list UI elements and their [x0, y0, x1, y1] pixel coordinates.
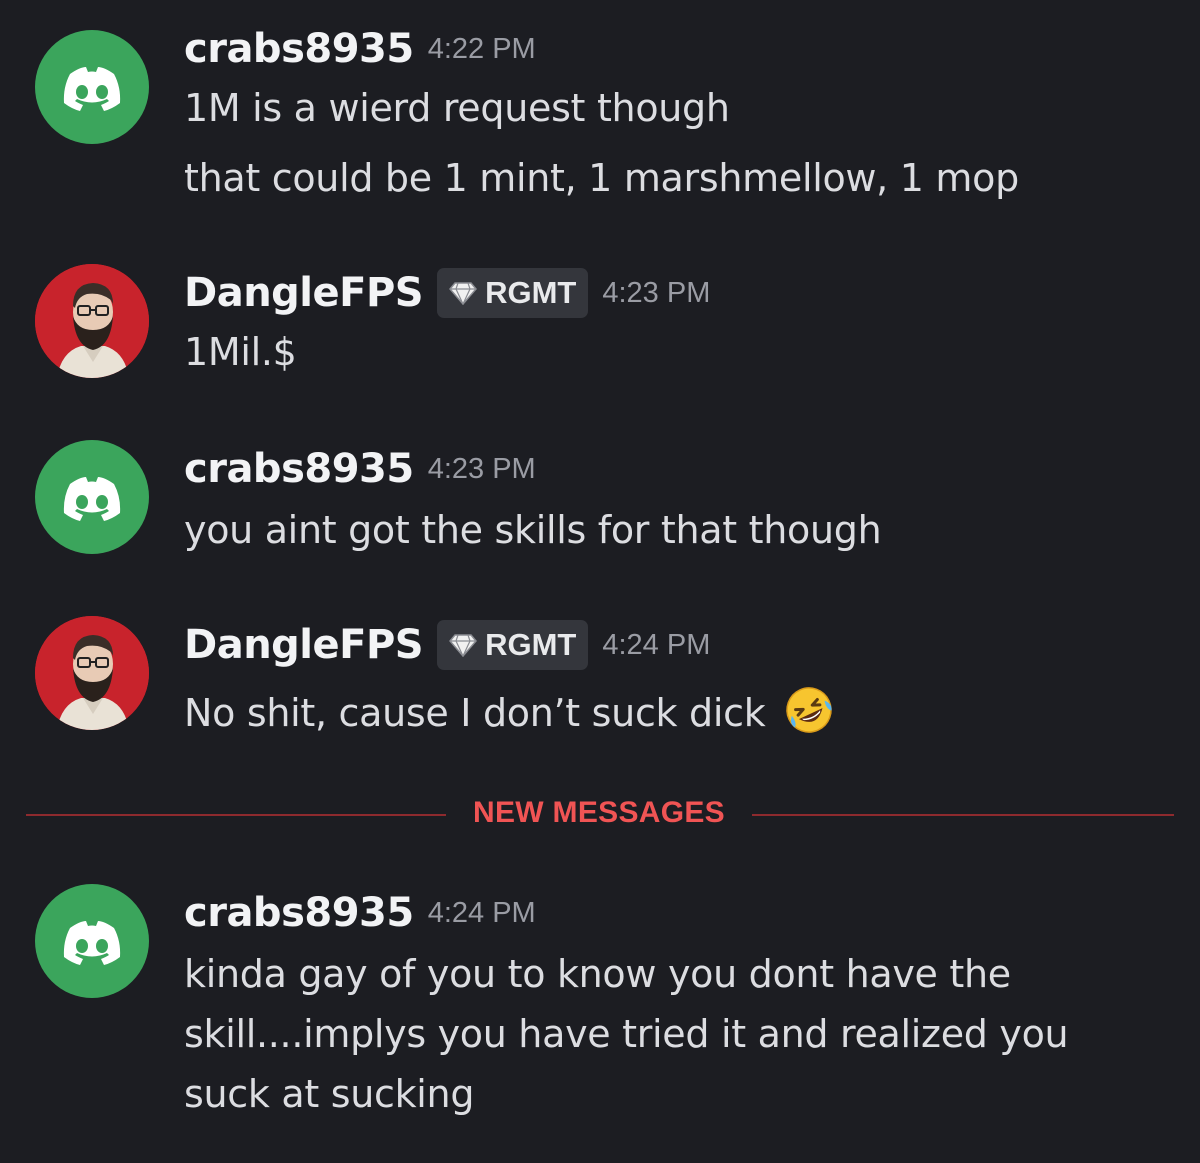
bearded-man-avatar: [35, 264, 149, 378]
timestamp: 4:24 PM: [602, 628, 711, 661]
username[interactable]: crabs8935: [184, 26, 414, 72]
timestamp: 4:23 PM: [602, 276, 711, 309]
message-header: crabs8935 4:24 PM: [184, 890, 536, 936]
message-header: crabs8935 4:23 PM: [184, 446, 536, 492]
discord-logo-icon: [63, 921, 121, 965]
avatar[interactable]: [35, 440, 149, 554]
discord-logo-icon: [63, 67, 121, 111]
message-text: 1M is a wierd request though: [184, 86, 730, 130]
discord-logo-icon: [63, 477, 121, 521]
timestamp: 4:24 PM: [427, 896, 536, 929]
message-text: kinda gay of you to know you dont have t…: [184, 952, 1011, 996]
message-text: 1Mil.$: [184, 330, 297, 374]
server-tag-label: RGMT: [485, 627, 577, 662]
divider-line-right: [752, 814, 1174, 816]
username[interactable]: DangleFPS: [184, 622, 424, 668]
username[interactable]: DangleFPS: [184, 270, 424, 316]
divider-line-left: [26, 814, 446, 816]
username[interactable]: crabs8935: [184, 446, 414, 492]
new-messages-label: NEW MESSAGES: [473, 796, 725, 829]
server-tag-label: RGMT: [485, 275, 577, 310]
message-header: DangleFPS RGMT 4:24 PM: [184, 620, 710, 670]
message-text-content: No shit, cause I don’t suck dick: [184, 691, 766, 735]
message-header: crabs8935 4:22 PM: [184, 26, 536, 72]
avatar[interactable]: [35, 884, 149, 998]
avatar[interactable]: [35, 30, 149, 144]
avatar[interactable]: [35, 616, 149, 730]
message-text: No shit, cause I don’t suck dick: [184, 684, 835, 745]
username[interactable]: crabs8935: [184, 890, 414, 936]
bearded-man-avatar: [35, 616, 149, 730]
message-text: you aint got the skills for that though: [184, 508, 882, 552]
message-header: DangleFPS RGMT 4:23 PM: [184, 268, 710, 318]
server-tag[interactable]: RGMT: [437, 620, 589, 670]
message-text: suck at sucking: [184, 1072, 475, 1116]
avatar[interactable]: [35, 264, 149, 378]
server-tag[interactable]: RGMT: [437, 268, 589, 318]
diamond-icon: [449, 282, 478, 305]
timestamp: 4:22 PM: [427, 32, 536, 65]
rolling-on-floor-laughing-emoji: [783, 684, 835, 745]
message-text: that could be 1 mint, 1 marshmellow, 1 m…: [184, 156, 1019, 200]
message-text: skill....implys you have tried it and re…: [184, 1012, 1069, 1056]
timestamp: 4:23 PM: [427, 452, 536, 485]
diamond-icon: [449, 634, 478, 657]
